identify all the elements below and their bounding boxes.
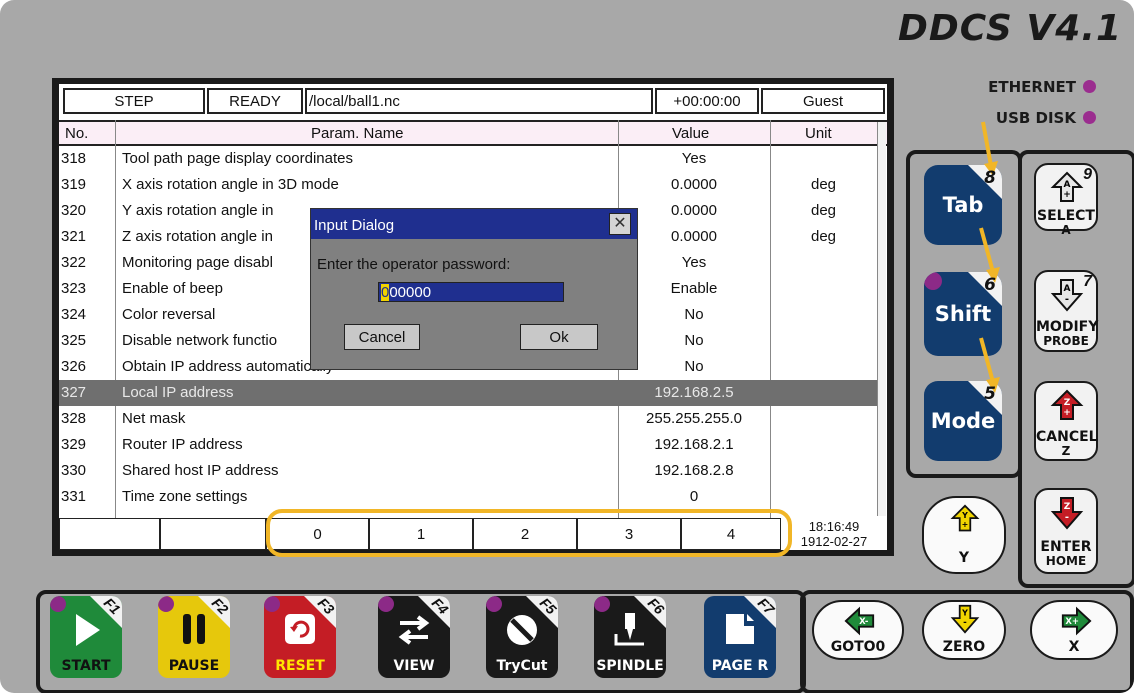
- annotation-arrows: [979, 121, 1000, 393]
- key-number: 5: [984, 384, 996, 404]
- arrow-line: [979, 227, 995, 273]
- controller-panel: DDCS V4.1 ETHERNET USB DISK STEP READY /…: [0, 0, 1134, 693]
- key-number: 6: [984, 275, 996, 295]
- key-number: 8: [984, 168, 996, 188]
- arrow-line: [981, 121, 993, 167]
- arrow-line: [979, 337, 995, 383]
